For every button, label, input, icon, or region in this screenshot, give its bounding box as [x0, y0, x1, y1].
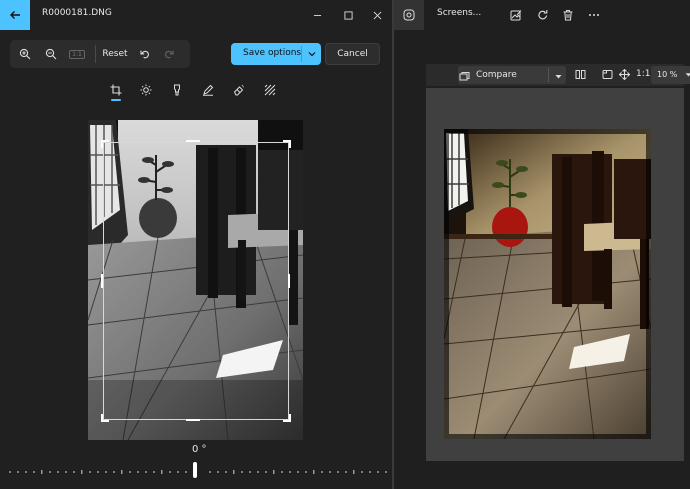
tab-markup[interactable]	[200, 82, 216, 98]
minimize-icon	[313, 14, 321, 16]
tab-filter[interactable]	[169, 82, 185, 98]
fit-to-window-button[interactable]	[601, 68, 613, 80]
minimize-button[interactable]	[302, 0, 332, 30]
save-split-divider	[301, 46, 302, 62]
zoom-in-button[interactable]	[16, 44, 34, 64]
crop-handle-right[interactable]	[288, 274, 290, 288]
cancel-button[interactable]: Cancel	[325, 43, 380, 65]
straighten-slider-thumb[interactable]	[193, 462, 197, 478]
more-icon	[589, 14, 599, 16]
actual-size-icon: 1:1	[69, 49, 85, 59]
actual-size-button[interactable]: 1:1	[636, 69, 650, 79]
back-arrow-icon	[10, 11, 20, 19]
crop-icon	[110, 84, 122, 96]
photos-app-icon	[403, 9, 415, 21]
erase-icon	[233, 84, 245, 96]
compare-divider	[548, 68, 549, 82]
crop-handle-bottom[interactable]	[186, 419, 200, 421]
editor-titlebar: R0000181.DNG	[0, 0, 392, 30]
viewer-file-title: Screens...	[437, 8, 482, 18]
tab-adjust[interactable]	[138, 82, 154, 98]
zoom-out-button[interactable]	[42, 44, 60, 64]
crop-handle-left[interactable]	[101, 274, 103, 288]
reset-label: Reset	[102, 49, 128, 59]
edit-tabs	[108, 82, 288, 102]
crop-frame[interactable]	[103, 142, 289, 420]
compare-icon-wrap	[458, 70, 470, 82]
edit-image-button[interactable]	[509, 8, 523, 22]
filter-icon	[174, 84, 180, 96]
compare-button[interactable]: Compare	[458, 66, 566, 84]
straighten-slider[interactable]	[8, 467, 388, 477]
tab-crop[interactable]	[108, 82, 124, 98]
actual-size-button[interactable]: 1:1	[68, 44, 86, 64]
compare-icon	[459, 71, 469, 80]
tab-background[interactable]	[262, 82, 278, 98]
redo-icon	[165, 50, 174, 59]
edit-image-icon	[510, 10, 522, 21]
photo-image	[444, 129, 651, 439]
more-options-button[interactable]	[587, 8, 601, 22]
toolbar-divider	[95, 45, 96, 63]
reset-button[interactable]: Reset	[102, 44, 128, 64]
compare-dropdown[interactable]	[552, 70, 564, 82]
caret-down-icon	[685, 73, 690, 77]
rotate-icon	[538, 10, 548, 20]
undo-icon	[140, 50, 149, 59]
maximize-button[interactable]	[333, 0, 363, 30]
zoom-toolbar: 1:1 Reset	[10, 40, 190, 68]
crop-handle-bottom-left[interactable]	[101, 414, 109, 422]
redo-button[interactable]	[160, 44, 178, 64]
zoom-value: 10 %	[657, 70, 678, 79]
maximize-icon	[343, 10, 353, 20]
pan-button[interactable]	[618, 68, 630, 80]
save-options-label: Save options	[243, 48, 302, 58]
crop-handle-top-left[interactable]	[101, 140, 109, 148]
zoom-out-icon	[45, 48, 57, 60]
crop-handle-bottom-right[interactable]	[283, 414, 291, 422]
straighten-angle-label: 0 °	[192, 444, 207, 455]
zoom-in-icon	[19, 48, 31, 60]
app-root: R0000181.DNG 1:1 Reset Save options Canc…	[0, 0, 690, 489]
photos-app-button[interactable]	[394, 0, 424, 30]
back-button[interactable]	[0, 0, 30, 30]
undo-button[interactable]	[136, 44, 154, 64]
viewer-toolbar: Compare 1:1 10 %	[426, 64, 690, 86]
trash-icon	[563, 10, 573, 21]
crop-handle-top[interactable]	[186, 140, 200, 142]
split-view-icon	[575, 69, 585, 79]
move-icon	[618, 68, 630, 80]
caret-down-icon	[555, 74, 561, 78]
fit-window-icon	[602, 69, 612, 79]
close-icon	[373, 11, 381, 19]
brightness-icon	[140, 84, 152, 96]
photo-preview-color[interactable]	[444, 129, 651, 439]
file-title: R0000181.DNG	[42, 8, 112, 18]
crop-handle-top-right[interactable]	[283, 140, 291, 148]
save-options-button[interactable]: Save options	[231, 43, 321, 65]
compare-label: Compare	[476, 70, 517, 80]
rotate-button[interactable]	[536, 8, 550, 22]
chevron-down-icon[interactable]	[307, 49, 317, 59]
active-tab-indicator	[111, 99, 121, 101]
editor-window: R0000181.DNG 1:1 Reset Save options Canc…	[0, 0, 392, 489]
background-icon	[264, 84, 276, 96]
zoom-dropdown[interactable]: 10 %	[651, 66, 690, 84]
tab-erase[interactable]	[231, 82, 247, 98]
delete-button[interactable]	[561, 8, 575, 22]
close-button[interactable]	[362, 0, 392, 30]
filmstrip-button[interactable]	[574, 68, 586, 80]
markup-icon	[203, 84, 214, 96]
